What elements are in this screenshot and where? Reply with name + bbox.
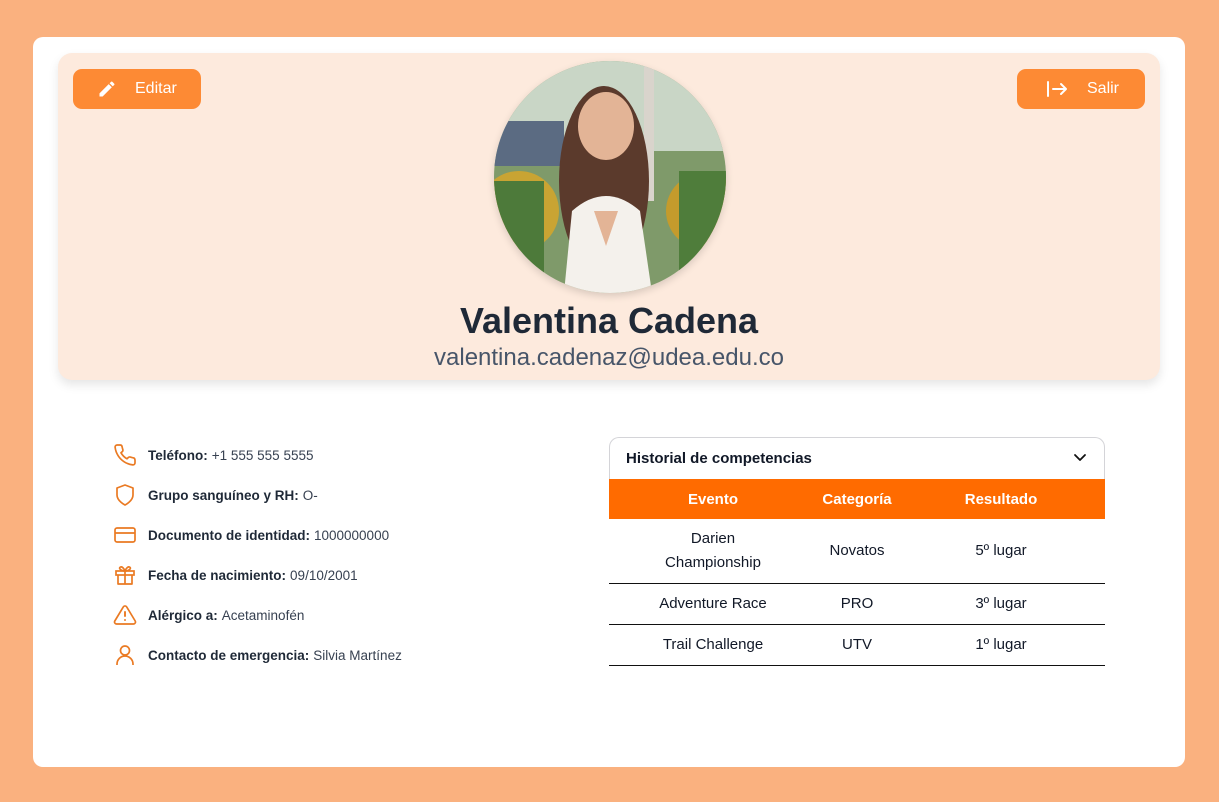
cell-category: UTV (817, 624, 897, 666)
id-card-icon (112, 522, 138, 548)
info-birthdate: Fecha de nacimiento: 09/10/2001 (112, 555, 402, 595)
avatar (494, 61, 726, 293)
cell-event: Trail Challenge (609, 624, 817, 666)
info-document: Documento de identidad: 1000000000 (112, 515, 402, 555)
cell-result: 5º lugar (897, 519, 1105, 584)
warning-icon (112, 602, 138, 628)
competition-history: Historial de competencias Evento Categor… (609, 437, 1105, 666)
logout-icon (1045, 79, 1069, 99)
info-list: Teléfono: +1 555 555 5555 Grupo sanguíne… (112, 435, 402, 675)
profile-card: Editar Salir Valentina Cadena valentina.… (33, 37, 1185, 767)
info-phone: Teléfono: +1 555 555 5555 (112, 435, 402, 475)
col-category: Categoría (822, 490, 892, 508)
table-row: Darien Championship Novatos 5º lugar (609, 519, 1105, 584)
profile-email: valentina.cadenaz@udea.edu.co (434, 344, 784, 371)
profile-name: Valentina Cadena (459, 300, 759, 341)
table-row: Adventure Race PRO 3º lugar (609, 583, 1105, 625)
edit-label: Editar (135, 80, 177, 97)
cell-category: PRO (817, 583, 897, 625)
cell-event: Adventure Race (609, 583, 817, 625)
profile-header: Editar Salir Valentina Cadena valentina.… (58, 53, 1160, 380)
info-allergy: Alérgico a: Acetaminofén (112, 595, 402, 635)
shield-icon (112, 482, 138, 508)
cell-event: Darien Championship (609, 519, 817, 584)
table-header-row: Evento Categoría Resultado (609, 479, 1105, 519)
exit-button[interactable]: Salir (1017, 69, 1145, 109)
info-emergency: Contacto de emergencia: Silvia Martínez (112, 635, 402, 675)
pencil-icon (97, 79, 117, 99)
col-result: Resultado (964, 490, 1038, 508)
history-toggle[interactable]: Historial de competencias (609, 437, 1105, 479)
edit-button[interactable]: Editar (73, 69, 201, 109)
col-event: Evento (687, 490, 738, 508)
gift-icon (112, 562, 138, 588)
cell-category: Novatos (817, 519, 897, 584)
exit-label: Salir (1087, 80, 1120, 97)
info-blood: Grupo sanguíneo y RH: O- (112, 475, 402, 515)
user-icon (112, 642, 138, 668)
chevron-down-icon (1072, 449, 1088, 469)
history-title: Historial de competencias (626, 450, 812, 467)
table-row: Trail Challenge UTV 1º lugar (609, 624, 1105, 666)
phone-icon (112, 442, 138, 468)
cell-result: 1º lugar (897, 624, 1105, 666)
cell-result: 3º lugar (897, 583, 1105, 625)
history-table: Evento Categoría Resultado Darien Champi… (609, 479, 1105, 666)
